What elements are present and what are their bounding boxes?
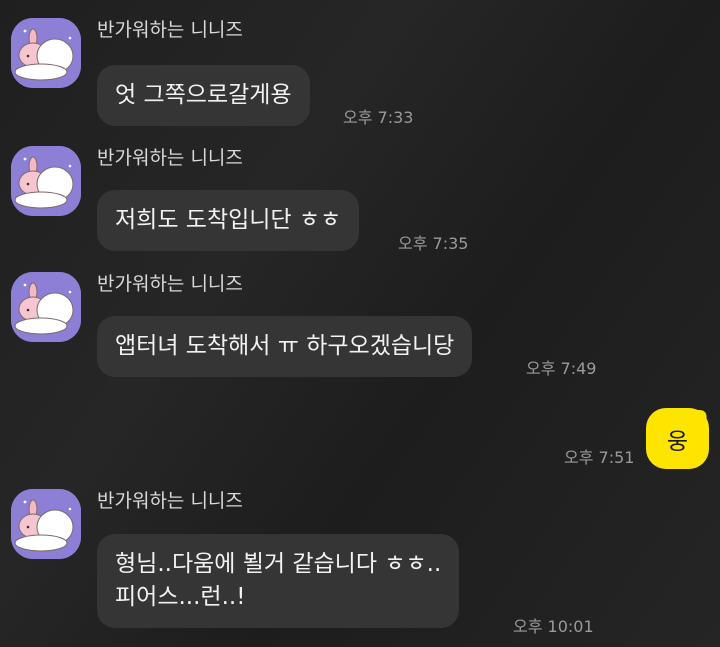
- my-message-bubble[interactable]: 웅: [646, 408, 709, 469]
- message-bubble[interactable]: 앱터녀 도착해서 ㅠ 하구오겠습니당: [97, 316, 473, 377]
- my-message-time: 오후 7:51: [564, 448, 635, 467]
- message-bubble[interactable]: 형님..다움에 뵐거 같습니다 ㅎㅎ.. 피어스...런..!: [97, 534, 460, 628]
- message-text-line: 형님..다움에 뵐거 같습니다 ㅎㅎ..: [115, 551, 442, 577]
- message-text: 앱터녀 도착해서 ㅠ 하구오겠습니당: [115, 333, 455, 359]
- message-text: 엇 그쪽으로갈게용: [115, 82, 292, 108]
- message-bubble[interactable]: 저희도 도착입니단 ㅎㅎ: [97, 190, 360, 251]
- message-time: 오후 7:49: [526, 359, 597, 378]
- message-text: 저희도 도착입니단 ㅎㅎ: [115, 207, 342, 233]
- message-time: 오후 7:35: [398, 234, 469, 253]
- sender-avatar-icon[interactable]: [11, 18, 81, 88]
- sender-avatar-icon[interactable]: [11, 146, 81, 216]
- my-message-text: 웅: [666, 428, 689, 455]
- sender-name: 반가워하는 니니즈: [97, 273, 243, 295]
- sender-name: 반가워하는 니니즈: [97, 19, 243, 41]
- chat-thread[interactable]: 반가워하는 니니즈 엇 그쪽으로갈게용 오후 7:33 반가워하는 니니즈 저희…: [0, 0, 720, 647]
- sender-name: 반가워하는 니니즈: [97, 490, 243, 512]
- message-time: 오후 7:33: [343, 108, 414, 127]
- sender-avatar-icon[interactable]: [11, 489, 81, 559]
- message-time: 오후 10:01: [513, 617, 594, 636]
- message-bubble[interactable]: 엇 그쪽으로갈게용: [97, 65, 310, 126]
- message-text-line: 피어스...런..!: [115, 584, 246, 610]
- sender-avatar-icon[interactable]: [11, 272, 81, 342]
- sender-name: 반가워하는 니니즈: [97, 147, 243, 169]
